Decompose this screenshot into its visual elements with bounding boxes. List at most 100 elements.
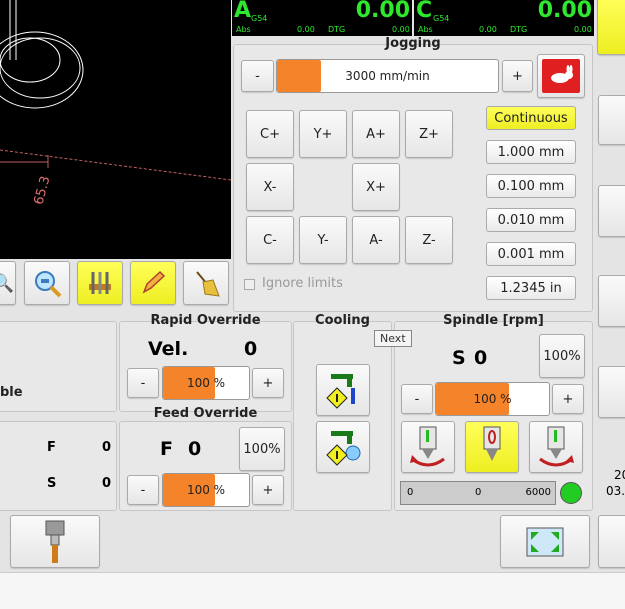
ignore-limits-checkbox[interactable] — [244, 279, 255, 290]
spindle-reset-button[interactable]: 100% — [539, 334, 585, 378]
pencil-icon — [142, 270, 166, 294]
tool-table-icon — [89, 272, 111, 294]
jog-speed-minus-button[interactable]: - — [241, 60, 274, 92]
feed-override-title: Feed Override — [153, 406, 258, 421]
f-label: F — [47, 440, 56, 455]
jog-a-minus-button[interactable]: A- — [352, 216, 400, 264]
right-button-3[interactable] — [598, 275, 625, 327]
rapid-plus-button[interactable]: + — [252, 368, 284, 398]
spindle-status-led — [560, 482, 582, 504]
dro-dtg-value: 0.00 — [574, 25, 592, 34]
spindle-stop-button[interactable] — [465, 421, 519, 473]
feed-plus-button[interactable]: + — [252, 475, 284, 505]
dro-dtg-label: DTG — [328, 25, 346, 34]
cooling-panel — [293, 321, 392, 511]
dro-abs-value: 0.00 — [297, 25, 315, 34]
tool-change-button[interactable] — [10, 515, 100, 568]
feed-label: F — [160, 438, 173, 460]
dro-c: C G54 0.00 Abs 0.00 DTG 0.00 — [414, 0, 594, 36]
spindle-label: S — [452, 347, 466, 369]
fullscreen-icon — [526, 527, 564, 556]
feed-override-value: 100 % — [186, 483, 226, 497]
rapid-velocity-value: 0 — [244, 338, 258, 360]
spindle-bar-mid: 0 — [475, 487, 482, 498]
feed-reset-button[interactable]: 100% — [239, 427, 285, 471]
rapid-override-title: Rapid Override — [150, 313, 261, 328]
right-button-4[interactable] — [598, 366, 625, 418]
spindle-bar-max: 6000 — [525, 487, 551, 498]
zoom-button[interactable]: 🔍 — [0, 261, 16, 305]
spindle-cw-icon — [539, 426, 574, 467]
tool-icon — [45, 520, 65, 563]
spindle-ccw-icon — [410, 426, 445, 467]
tool-table-button[interactable] — [77, 261, 123, 305]
dro-wcs: G54 — [433, 14, 450, 23]
edit-button[interactable] — [130, 261, 176, 305]
jog-speed-slider[interactable]: 3000 mm/min — [276, 59, 499, 93]
rapid-minus-button[interactable]: - — [127, 368, 159, 398]
dro-axis-label: C — [416, 0, 433, 23]
spindle-override-value: 100 % — [473, 392, 512, 406]
jog-speed-plus-button[interactable]: + — [502, 60, 533, 92]
increment-0-001mm[interactable]: 0.001 mm — [486, 242, 576, 266]
flood-coolant-button[interactable] — [316, 364, 370, 416]
tooltip: Next — [374, 330, 412, 347]
spindle-minus-button[interactable]: - — [401, 384, 433, 414]
s-label: S — [47, 476, 57, 491]
right-bottom-button[interactable] — [598, 515, 625, 568]
right-button-1[interactable] — [598, 95, 625, 145]
feed-value: 0 — [188, 438, 202, 460]
jog-y-plus-button[interactable]: Y+ — [299, 110, 347, 158]
rapid-override-slider[interactable]: 100 % — [162, 366, 250, 400]
spindle-title: Spindle [rpm] — [443, 313, 544, 328]
flood-coolant-icon — [326, 374, 355, 409]
increment-0-1mm[interactable]: 0.100 mm — [486, 174, 576, 198]
spindle-ccw-button[interactable] — [401, 421, 455, 473]
spindle-plus-button[interactable]: + — [552, 384, 584, 414]
rapid-toggle-button[interactable] — [537, 54, 585, 98]
feed-override-slider[interactable]: 100 % — [162, 473, 250, 507]
jog-z-minus-button[interactable]: Z- — [405, 216, 453, 264]
jog-a-plus-button[interactable]: A+ — [352, 110, 400, 158]
jog-c-minus-button[interactable]: C- — [246, 216, 294, 264]
spindle-override-slider[interactable]: 100 % — [435, 382, 550, 416]
dro-dtg-label: DTG — [510, 25, 528, 34]
f-value: 0 — [102, 440, 112, 455]
rabbit-icon — [542, 59, 580, 93]
fullscreen-button[interactable] — [500, 515, 590, 568]
app-window: 65.3 🔍 A G54 0.00 Abs 0.00 DTG 0.00 C G5… — [0, 0, 625, 609]
spindle-bar-min: 0 — [407, 487, 414, 498]
spindle-value: 0 — [474, 347, 488, 369]
dro-wcs: G54 — [251, 14, 268, 23]
mist-coolant-button[interactable] — [316, 421, 370, 473]
dro-value: 0.00 — [355, 0, 410, 23]
dro-abs-value: 0.00 — [479, 25, 497, 34]
right-info-line1: 20 — [614, 468, 625, 482]
zoom-icon: 🔍 — [0, 272, 15, 294]
ignore-limits-label: Ignore limits — [262, 276, 343, 291]
increment-1mm[interactable]: 1.000 mm — [486, 140, 576, 164]
toolpath-graphic — [0, 0, 231, 181]
clear-button[interactable] — [183, 261, 229, 305]
increment-inch[interactable]: 1.2345 in — [486, 276, 576, 300]
bottom-status-bar — [0, 572, 625, 609]
right-top-button[interactable] — [597, 0, 625, 55]
rapid-override-value: 100 % — [186, 376, 226, 390]
dro-axis-label: A — [234, 0, 252, 23]
jog-y-minus-button[interactable]: Y- — [299, 216, 347, 264]
increment-continuous[interactable]: Continuous — [486, 106, 576, 130]
increment-0-01mm[interactable]: 0.010 mm — [486, 208, 576, 232]
cooling-title: Cooling — [315, 313, 370, 328]
broom-icon — [196, 271, 220, 297]
jog-x-minus-button[interactable]: X- — [246, 163, 294, 211]
jog-z-plus-button[interactable]: Z+ — [405, 110, 453, 158]
zoom-fit-button[interactable] — [24, 261, 70, 305]
right-info-line2: 03. — [606, 484, 625, 498]
feed-minus-button[interactable]: - — [127, 475, 159, 505]
spindle-cw-button[interactable] — [529, 421, 583, 473]
right-button-2[interactable] — [598, 185, 625, 237]
jog-x-plus-button[interactable]: X+ — [352, 163, 400, 211]
jogging-title: Jogging — [385, 36, 441, 51]
toolpath-viewer[interactable]: 65.3 — [0, 0, 231, 259]
jog-c-plus-button[interactable]: C+ — [246, 110, 294, 158]
